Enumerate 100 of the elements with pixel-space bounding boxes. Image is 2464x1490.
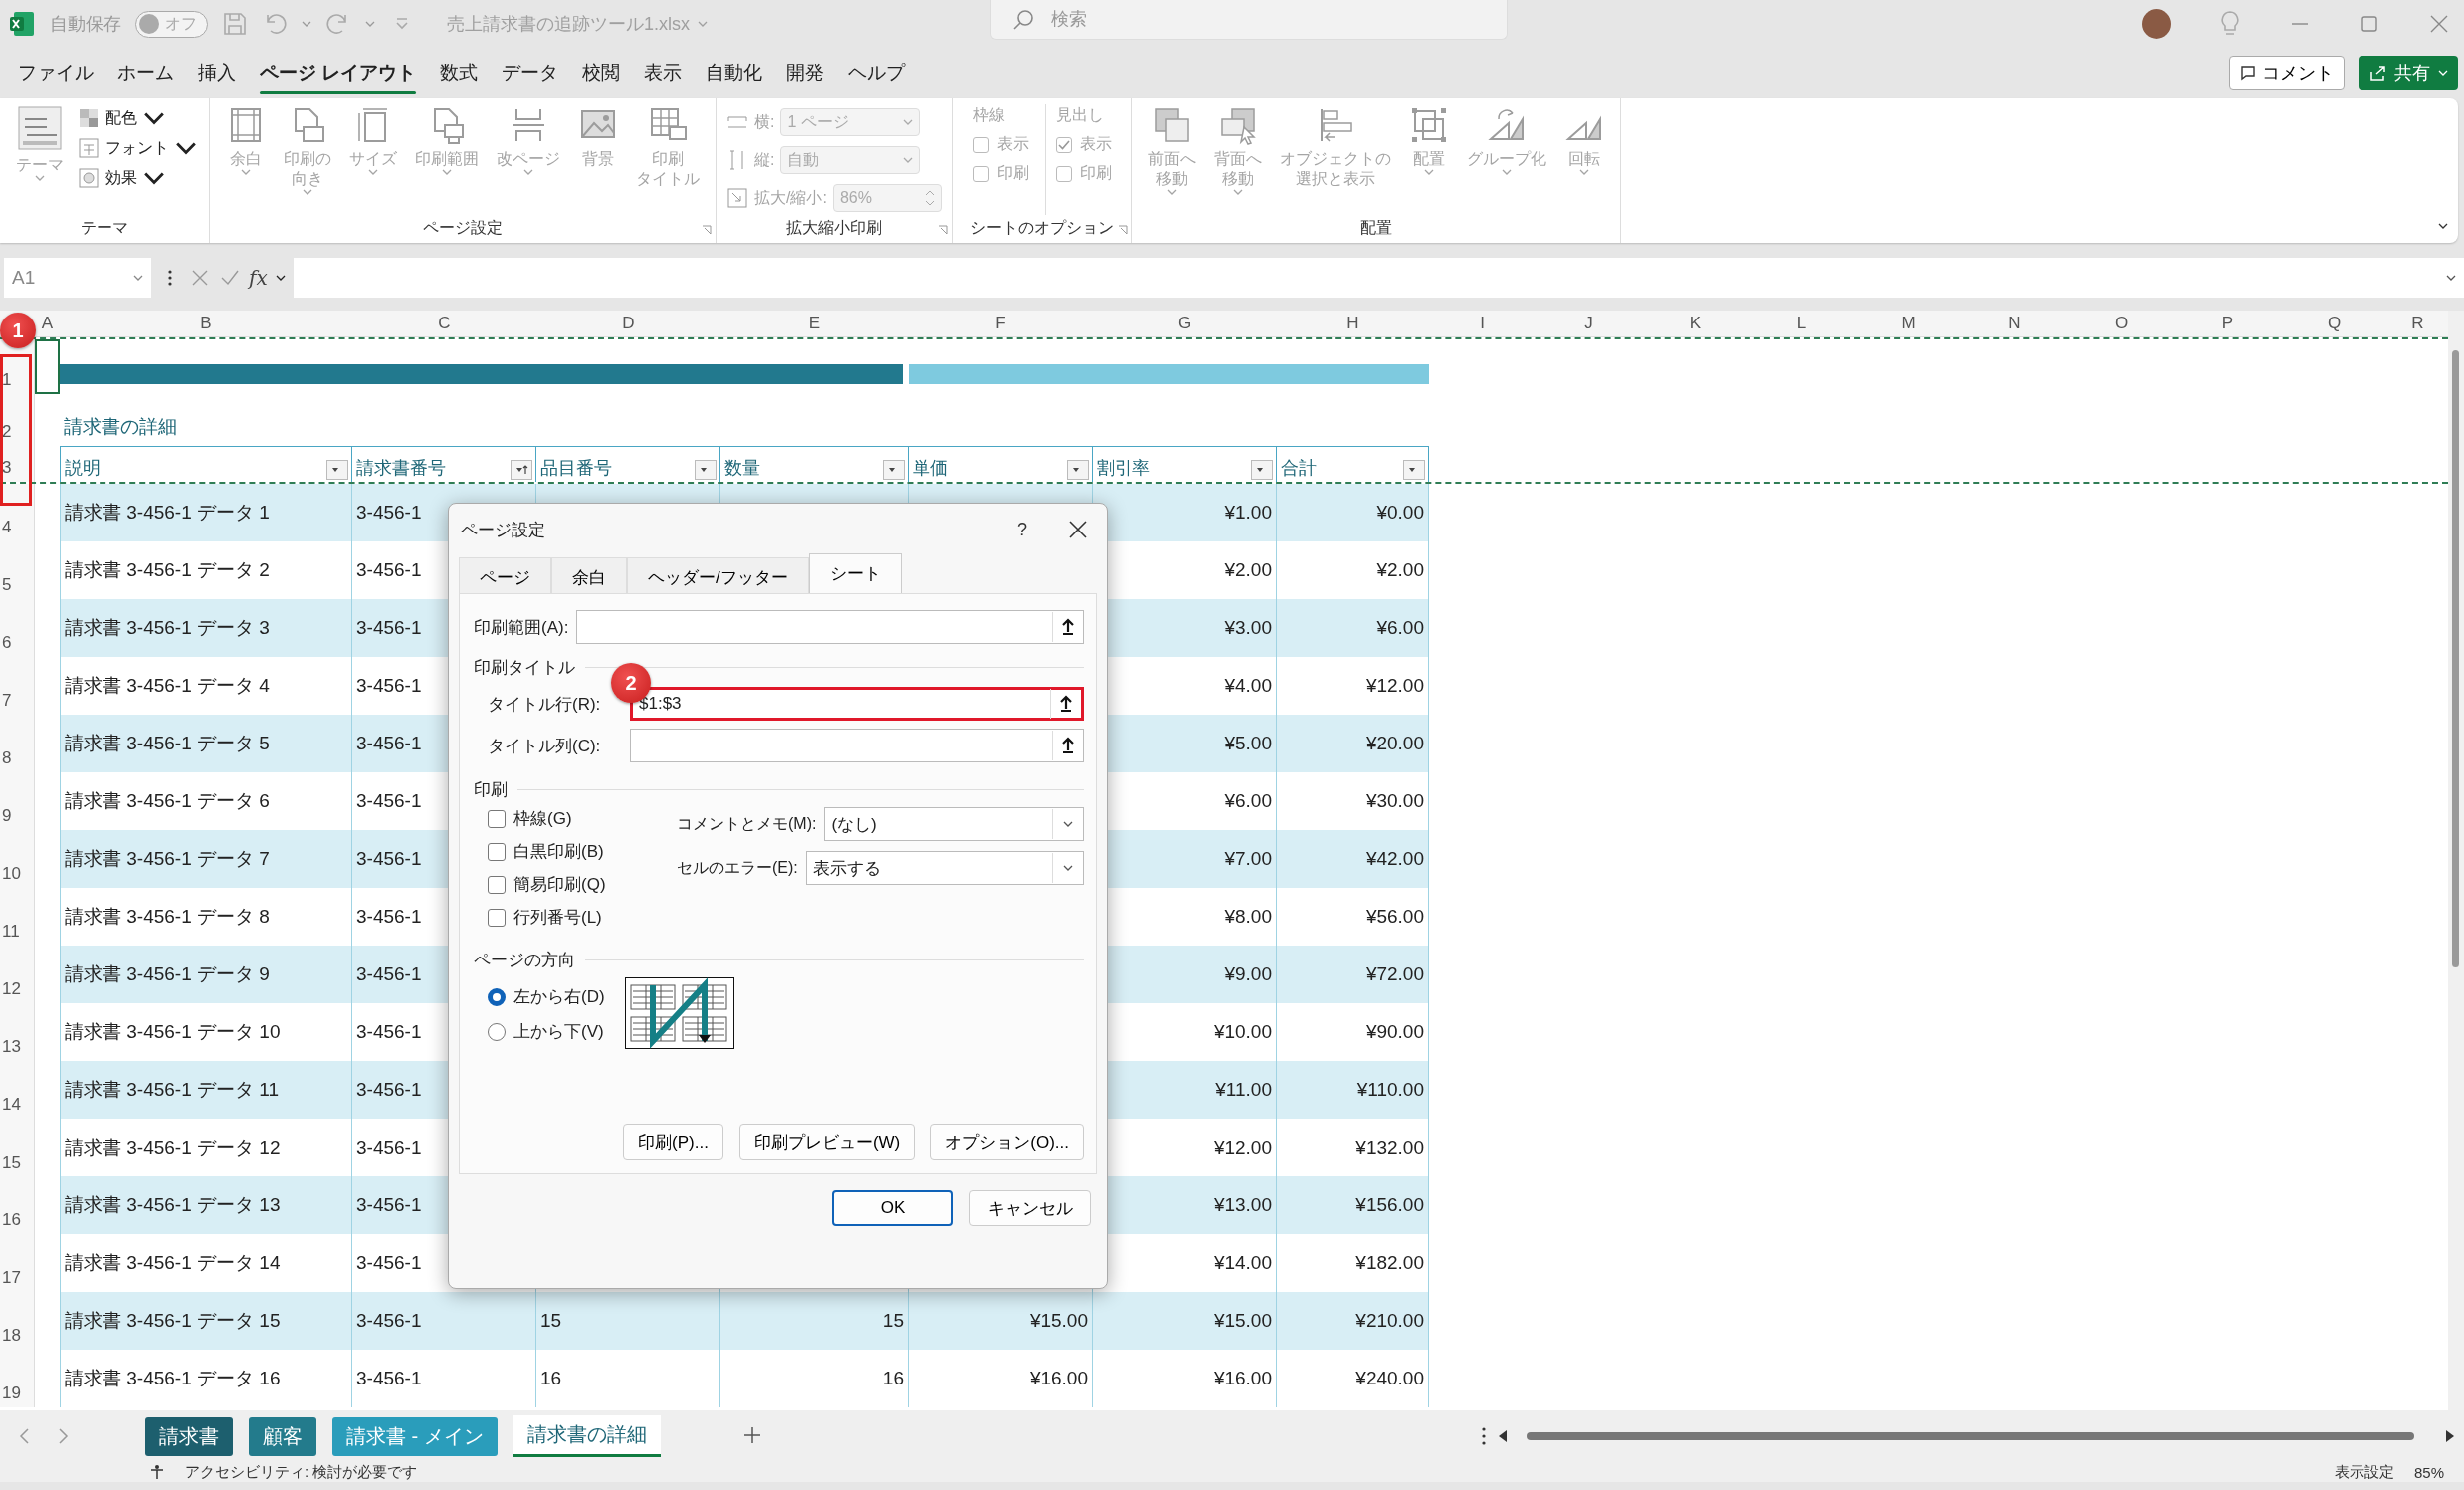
ribbon-tab[interactable]: ファイル xyxy=(6,52,105,94)
row-header[interactable]: 4 xyxy=(0,484,35,541)
row-header[interactable]: 6 xyxy=(0,599,35,657)
column-header[interactable]: P xyxy=(2221,314,2234,332)
input-field[interactable] xyxy=(576,610,1084,644)
spin-arrows-icon[interactable] xyxy=(924,189,935,207)
table-cell: ¥6.00 xyxy=(1277,599,1429,657)
column-header[interactable]: A xyxy=(41,314,54,332)
help-button[interactable]: ? xyxy=(1017,519,1027,540)
dialog-button[interactable]: オプション(O)... xyxy=(930,1124,1084,1160)
row-header[interactable]: 12 xyxy=(0,946,35,1003)
scroll-left-icon[interactable] xyxy=(1497,1429,1509,1443)
ribbon-tab[interactable]: ヘルプ xyxy=(836,52,918,94)
ribbon-tab[interactable]: 挿入 xyxy=(186,52,248,94)
table-cell: 15 xyxy=(536,1292,720,1350)
row-header[interactable]: 11 xyxy=(0,888,35,946)
checkbox[interactable] xyxy=(488,908,506,927)
ribbon-tab[interactable]: 開発 xyxy=(774,52,837,94)
column-header[interactable]: E xyxy=(808,314,821,332)
column-header[interactable]: J xyxy=(1584,314,1593,332)
share-button[interactable]: 共有 xyxy=(2359,56,2458,90)
sheet-tab[interactable]: 顧客 xyxy=(249,1416,316,1456)
column-header[interactable]: L xyxy=(1796,314,1807,332)
ribbon-tab[interactable]: 校閲 xyxy=(570,52,633,94)
search-field[interactable]: 検索 xyxy=(990,0,1508,40)
more-icon[interactable] xyxy=(1481,1425,1487,1447)
column-header[interactable]: H xyxy=(1346,314,1359,332)
vertical-scrollbar[interactable] xyxy=(2448,311,2464,1410)
dialog-tab[interactable]: ヘッダー/フッター xyxy=(627,557,809,593)
dialog-tab[interactable]: シート xyxy=(808,553,902,593)
column-header[interactable]: D xyxy=(622,314,635,332)
column-title: 請求書番号 xyxy=(356,457,446,480)
column-header[interactable]: K xyxy=(1689,314,1702,332)
ribbon-tab[interactable]: 表示 xyxy=(632,52,695,94)
row-header[interactable]: 8 xyxy=(0,715,35,772)
column-header[interactable]: C xyxy=(438,314,451,332)
column-header[interactable]: G xyxy=(1177,314,1192,332)
column-header[interactable]: O xyxy=(2114,314,2129,332)
radio-button[interactable] xyxy=(488,987,506,1006)
column-title: 単価 xyxy=(913,457,948,480)
ribbon-tab[interactable]: データ xyxy=(490,52,571,94)
row-header[interactable]: 13 xyxy=(0,1003,35,1061)
scroll-right-icon[interactable] xyxy=(2444,1429,2456,1443)
selected-cell[interactable] xyxy=(35,339,60,394)
column-header[interactable]: Q xyxy=(2327,314,2342,332)
column-title: 数量 xyxy=(724,457,760,480)
radio-button[interactable] xyxy=(488,1022,506,1041)
comment-button[interactable]: コメント xyxy=(2229,56,2345,90)
maximize-icon[interactable] xyxy=(2359,13,2380,35)
row-header[interactable]: 9 xyxy=(0,772,35,830)
zoom-level[interactable]: 85% xyxy=(2413,1463,2444,1481)
input-field[interactable] xyxy=(630,729,1084,762)
accessibility-status[interactable]: アクセシビリティ: 検討が必要です xyxy=(185,1462,418,1482)
caret-icon xyxy=(133,275,143,281)
insert-function-button[interactable]: fx xyxy=(249,266,268,290)
ribbon-tab[interactable]: 自動化 xyxy=(694,52,775,94)
dropdown[interactable]: (なし) xyxy=(824,807,1084,841)
row-header[interactable]: 10 xyxy=(0,830,35,888)
table-cell: ¥72.00 xyxy=(1277,946,1429,1003)
display-settings-button[interactable]: 表示設定 xyxy=(2334,1462,2394,1482)
row-header[interactable]: 5 xyxy=(0,541,35,599)
ribbon-tab[interactable]: ホーム xyxy=(105,52,186,94)
dialog-tab[interactable]: ページ xyxy=(459,557,551,593)
row-header[interactable]: 7 xyxy=(0,657,35,715)
table-cell: ¥42.00 xyxy=(1277,830,1429,888)
dialog-button[interactable]: 印刷(P)... xyxy=(623,1124,723,1160)
dropdown[interactable]: 表示する xyxy=(805,851,1084,885)
checkbox[interactable] xyxy=(488,809,506,828)
lightbulb-icon[interactable] xyxy=(2219,10,2241,38)
formula-field[interactable] xyxy=(293,258,2464,298)
row-header[interactable]: 17 xyxy=(0,1234,35,1292)
caret-icon xyxy=(903,119,914,125)
cancel-button[interactable]: キャンセル xyxy=(969,1190,1091,1226)
column-header[interactable]: N xyxy=(2008,314,2021,332)
column-header[interactable]: R xyxy=(2411,314,2424,332)
checkbox[interactable] xyxy=(488,842,506,861)
sheet-tab[interactable]: 請求書 xyxy=(145,1416,233,1456)
dialog-button[interactable]: 印刷プレビュー(W) xyxy=(738,1124,916,1160)
row-header[interactable]: 16 xyxy=(0,1176,35,1234)
row-header[interactable]: 19 xyxy=(0,1350,35,1407)
name-box[interactable]: A1 xyxy=(4,258,151,298)
dialog-tab[interactable]: 余白 xyxy=(551,557,627,593)
close-icon[interactable] xyxy=(1067,519,1089,540)
row-header[interactable]: 15 xyxy=(0,1119,35,1176)
column-header[interactable]: M xyxy=(1901,314,1916,332)
ok-button[interactable]: OK xyxy=(832,1190,953,1226)
column-header[interactable]: I xyxy=(1480,314,1485,332)
column-header[interactable]: F xyxy=(995,314,1006,332)
checkbox[interactable] xyxy=(488,875,506,894)
sheet-tab[interactable]: 請求書の詳細 xyxy=(513,1415,661,1457)
color-squares-icon xyxy=(78,107,100,129)
column-header[interactable]: B xyxy=(200,314,212,332)
caret-icon xyxy=(1166,189,1177,195)
excel-logo-icon[interactable] xyxy=(8,10,36,38)
ribbon-tab[interactable]: ページ レイアウト xyxy=(248,52,429,94)
caret-icon xyxy=(442,169,452,175)
ribbon-tab[interactable]: 数式 xyxy=(428,52,491,94)
row-header[interactable]: 14 xyxy=(0,1061,35,1119)
user-avatar[interactable] xyxy=(2142,9,2171,39)
row-header[interactable]: 18 xyxy=(0,1292,35,1350)
